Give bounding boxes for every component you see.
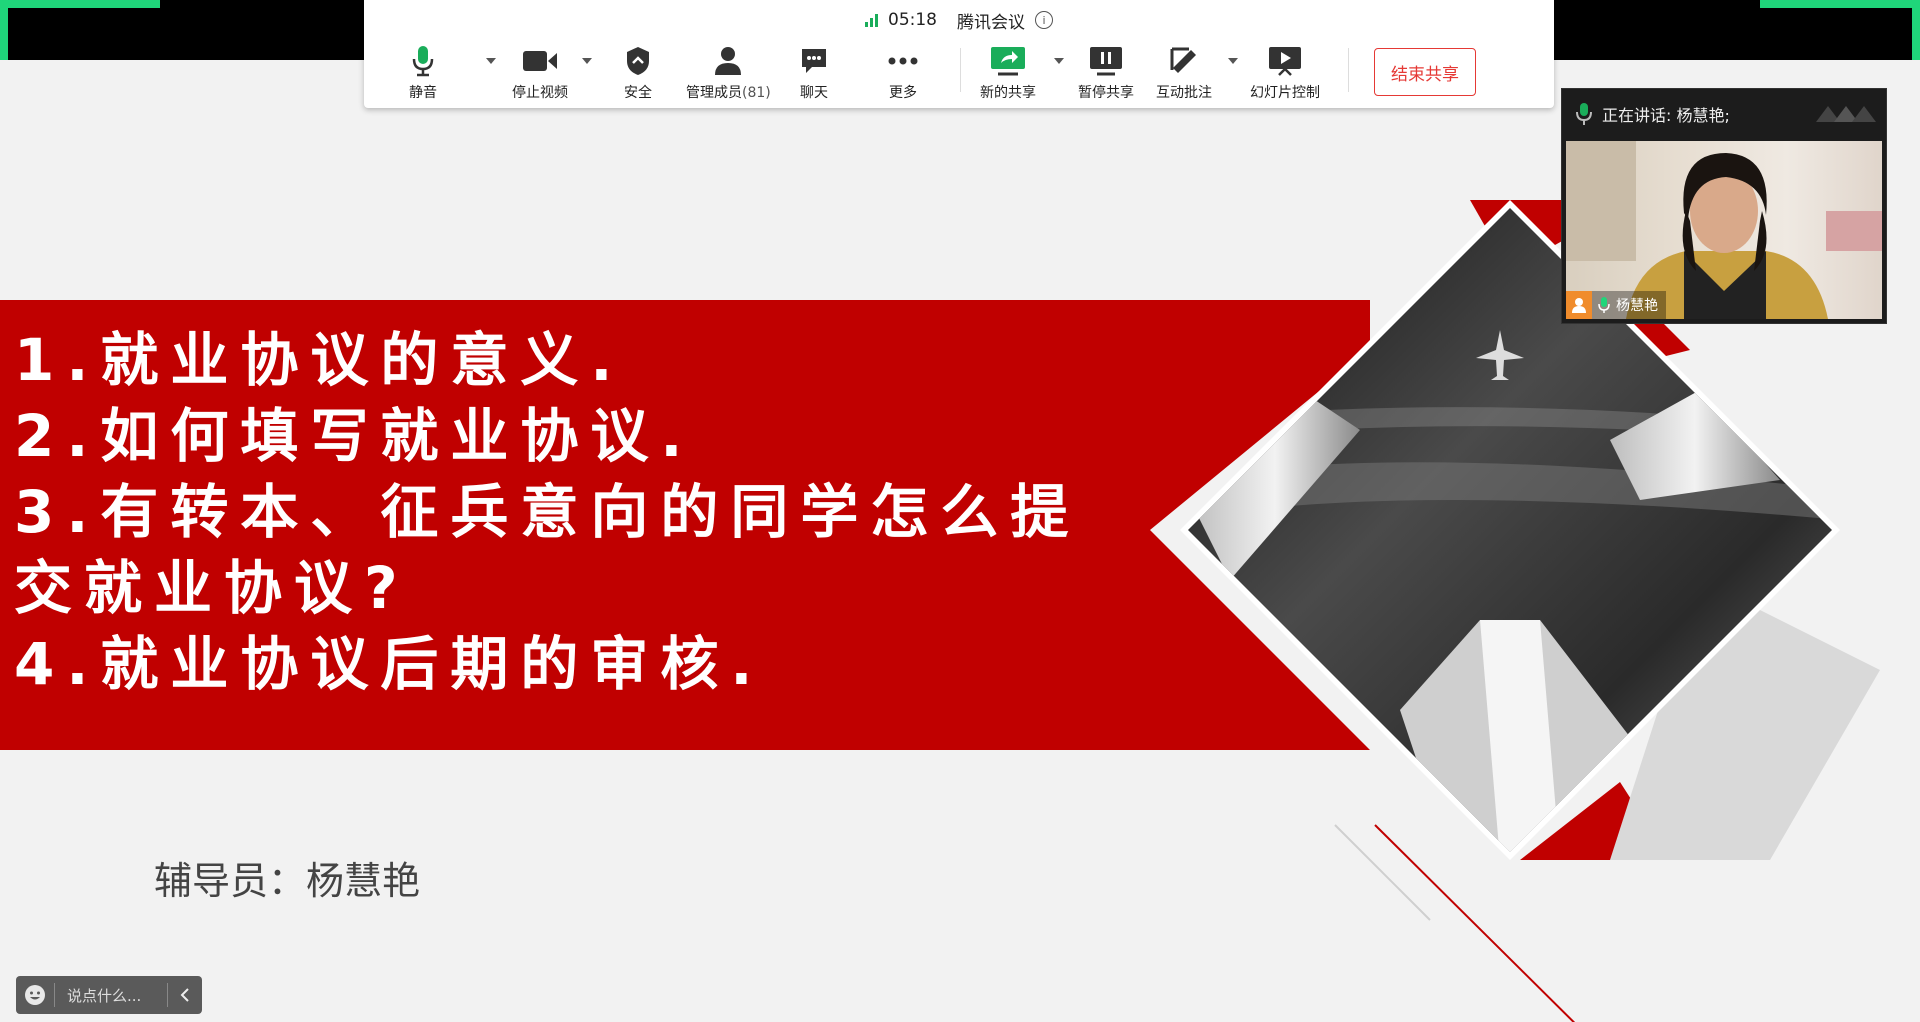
signal-icon: [865, 13, 878, 27]
shield-icon: [627, 47, 649, 75]
slide-control-button[interactable]: 幻灯片控制: [1250, 44, 1320, 104]
slide-line-1: 1.就业协议的意义.: [14, 326, 625, 394]
person-icon: [715, 47, 742, 75]
slide-line-4: 交就业协议?: [14, 554, 410, 622]
meeting-time: 05:18: [888, 10, 937, 30]
slide-play-icon: [1269, 47, 1301, 76]
share-border-top-left: [0, 0, 160, 8]
host-avatar-icon: [1566, 291, 1592, 319]
expand-panel-icon[interactable]: [1816, 102, 1876, 126]
toolbar-separator: [1348, 48, 1349, 92]
participant-mic-icon: [1598, 297, 1610, 313]
more-label: 更多: [889, 85, 917, 101]
speaking-indicator: 正在讲话: 杨慧艳;: [1602, 106, 1730, 125]
chat-input-bar[interactable]: 说点什么...: [16, 976, 202, 1014]
chat-label: 聊天: [800, 85, 828, 101]
info-icon[interactable]: i: [1035, 11, 1053, 29]
slide-line-5: 4.就业协议后期的审核.: [14, 630, 765, 698]
mute-button[interactable]: 静音: [409, 44, 437, 104]
manage-members-button[interactable]: 管理成员(81): [686, 44, 771, 104]
manage-members-label: 管理成员: [686, 85, 742, 101]
emoji-icon[interactable]: [16, 984, 54, 1006]
video-camera-icon: [523, 51, 557, 71]
chat-input[interactable]: 说点什么...: [55, 985, 167, 1006]
chevron-left-icon[interactable]: [168, 987, 202, 1003]
participant-name: 杨慧艳: [1616, 298, 1658, 314]
speaking-mic-icon: [1576, 103, 1592, 125]
annotate-button[interactable]: 互动批注: [1156, 44, 1212, 104]
screen-share-view: 1.就业协议的意义. 2.如何填写就业协议. 3.有转本、征兵意向的同学怎么提 …: [0, 0, 1920, 1022]
pause-share-button[interactable]: 暂停共享: [1078, 44, 1134, 104]
mute-options-dropdown[interactable]: [486, 58, 496, 64]
share-border-top-right: [1760, 0, 1920, 8]
speaker-video: 杨慧艳: [1566, 141, 1882, 319]
pause-icon: [1090, 47, 1122, 76]
slide-control-label: 幻灯片控制: [1250, 85, 1320, 101]
app-name: 腾讯会议: [957, 12, 1025, 33]
chat-bubble-icon: [802, 49, 826, 73]
speaker-video-panel[interactable]: 正在讲话: 杨慧艳; 杨慧艳: [1561, 88, 1887, 324]
new-share-button[interactable]: 新的共享: [980, 44, 1036, 104]
meeting-toolbar: 05:18 腾讯会议 i 静音 停止视频 安全 管理成员(81) 聊天 更多 新…: [364, 0, 1554, 108]
microphone-icon: [412, 46, 434, 77]
video-panel-header: 正在讲话: 杨慧艳;: [1562, 89, 1886, 139]
more-dots-icon: [888, 57, 918, 65]
member-count: (81): [742, 85, 771, 101]
more-button[interactable]: 更多: [888, 44, 918, 104]
stop-video-label: 停止视频: [512, 85, 568, 101]
pause-share-label: 暂停共享: [1078, 85, 1134, 101]
slide-line-3: 3.有转本、征兵意向的同学怎么提: [14, 478, 1081, 546]
mute-label: 静音: [409, 85, 437, 101]
participant-name-tag: 杨慧艳: [1566, 291, 1666, 319]
video-options-dropdown[interactable]: [582, 58, 592, 64]
slide-title-list: 1.就业协议的意义. 2.如何填写就业协议. 3.有转本、征兵意向的同学怎么提 …: [14, 322, 1164, 702]
end-share-button[interactable]: 结束共享: [1374, 48, 1476, 96]
stop-video-button[interactable]: 停止视频: [512, 44, 568, 104]
toolbar-separator: [960, 48, 961, 92]
chat-button[interactable]: 聊天: [800, 44, 828, 104]
annotate-options-dropdown[interactable]: [1228, 58, 1238, 64]
annotate-pen-icon: [1170, 47, 1196, 73]
new-share-label: 新的共享: [980, 85, 1036, 101]
meeting-status: 05:18 腾讯会议 i: [364, 8, 1554, 33]
security-button[interactable]: 安全: [624, 44, 652, 104]
slide-line-2: 2.如何填写就业协议.: [14, 402, 695, 470]
screen-share-icon: [991, 47, 1025, 76]
annotate-label: 互动批注: [1156, 85, 1212, 101]
counselor-label: 辅导员：杨慧艳: [154, 859, 421, 903]
share-options-dropdown[interactable]: [1054, 58, 1064, 64]
security-label: 安全: [624, 85, 652, 101]
